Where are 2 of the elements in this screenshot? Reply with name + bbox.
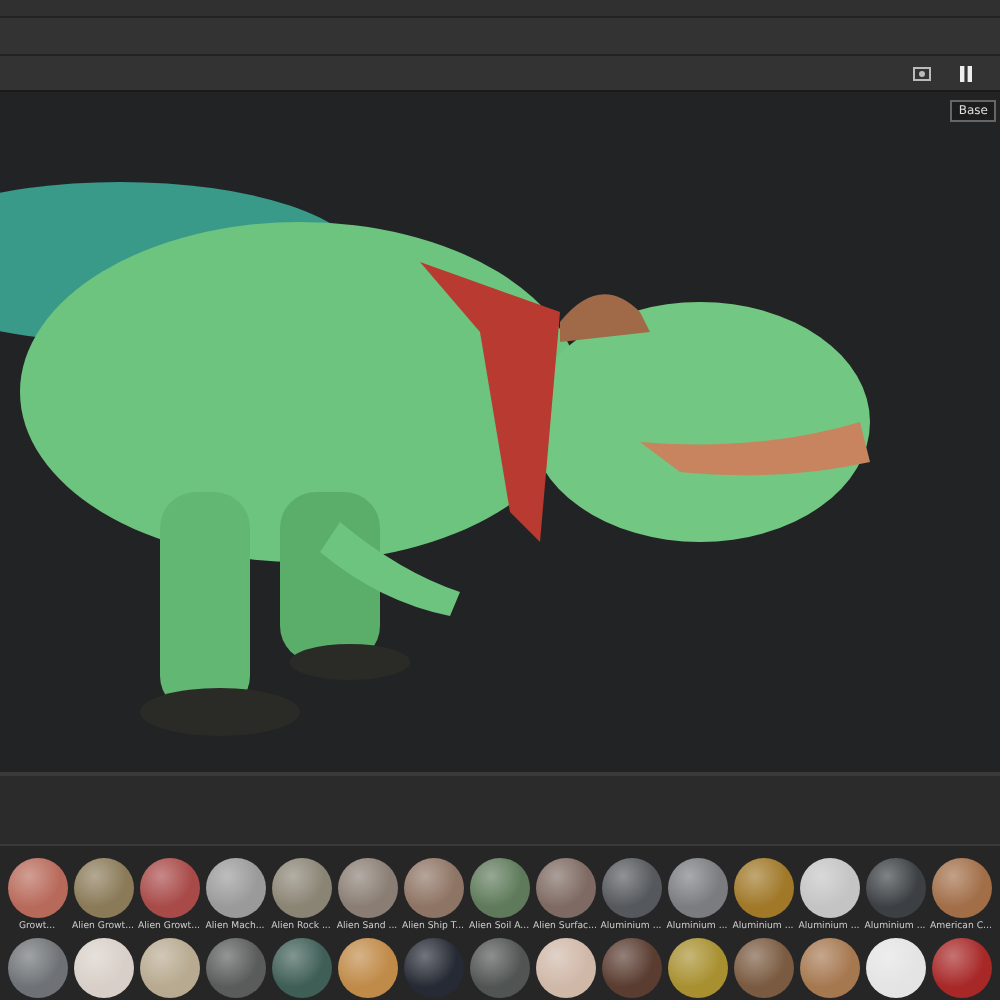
pause-icon[interactable]: [956, 63, 976, 83]
camera-icon[interactable]: [912, 63, 932, 83]
